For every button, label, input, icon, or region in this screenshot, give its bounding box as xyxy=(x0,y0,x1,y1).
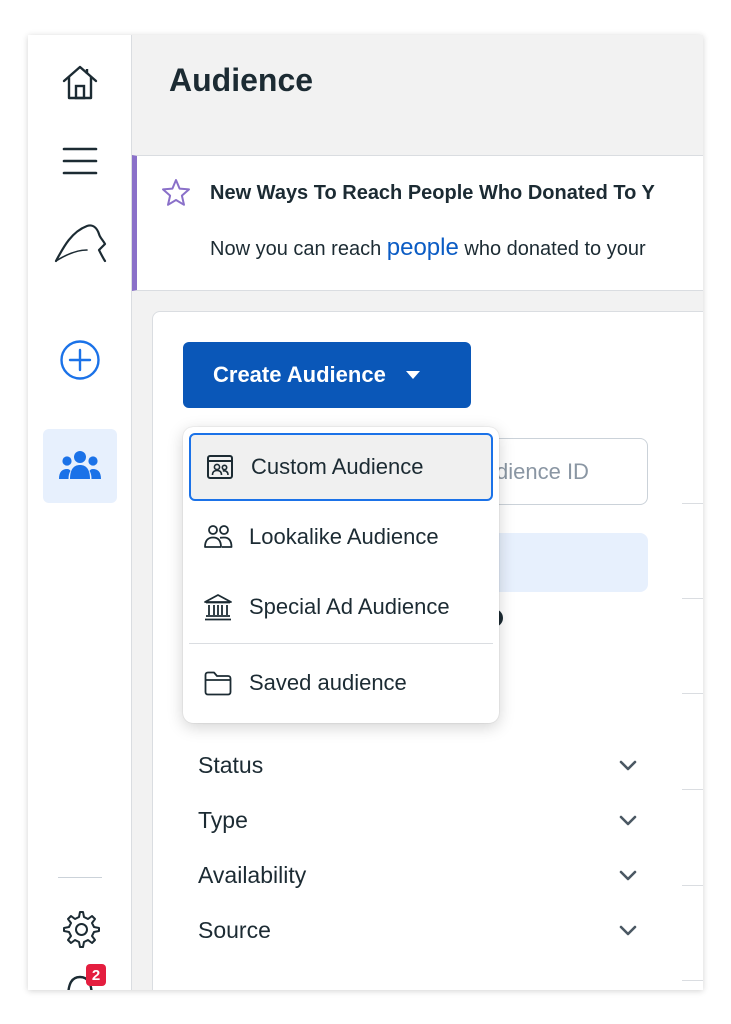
banner-link[interactable]: people xyxy=(387,234,459,261)
menu-item-custom-audience[interactable]: Custom Audience xyxy=(189,433,493,501)
menu-item-special-ad-audience[interactable]: Special Ad Audience xyxy=(189,573,493,641)
brand-logo-icon xyxy=(54,224,107,263)
menu-item-lookalike-audience[interactable]: Lookalike Audience xyxy=(189,503,493,571)
create-audience-button[interactable]: Create Audience xyxy=(183,342,471,408)
chevron-down-icon xyxy=(619,760,637,771)
star-icon xyxy=(162,179,190,206)
chevron-down-icon xyxy=(619,870,637,881)
filter-label: Source xyxy=(198,916,271,943)
filter-source[interactable]: Source xyxy=(198,910,638,950)
notification-badge: 2 xyxy=(86,964,106,986)
menu-icon xyxy=(62,147,98,175)
banner-text-after: who donated to your xyxy=(458,238,646,260)
row-divider xyxy=(682,598,703,599)
nav-audiences[interactable] xyxy=(43,429,117,503)
nav-brand[interactable] xyxy=(43,205,117,279)
nav-home[interactable] xyxy=(43,45,117,119)
filter-availability[interactable]: Availability xyxy=(198,855,638,895)
left-nav-rail: 2 xyxy=(28,35,132,990)
menu-item-label: Special Ad Audience xyxy=(249,594,450,619)
menu-separator xyxy=(189,643,493,644)
banner-title: New Ways To Reach People Who Donated To … xyxy=(210,182,655,204)
search-input[interactable]: dience ID xyxy=(473,438,648,505)
audiences-icon xyxy=(59,451,101,479)
chevron-down-icon xyxy=(619,815,637,826)
row-divider xyxy=(682,693,703,694)
lookalike-icon xyxy=(204,525,233,548)
folder-icon xyxy=(204,671,232,696)
menu-item-label: Lookalike Audience xyxy=(249,524,439,549)
filter-type[interactable]: Type xyxy=(198,800,638,840)
add-icon xyxy=(60,340,100,380)
rail-divider xyxy=(58,877,102,878)
nav-menu[interactable] xyxy=(43,124,117,198)
app-window: 2 Audience New Ways To Reach People Who … xyxy=(28,35,703,990)
announcement-banner: New Ways To Reach People Who Donated To … xyxy=(132,155,703,291)
row-divider xyxy=(682,980,703,981)
filter-status[interactable]: Status xyxy=(198,745,638,785)
nav-create[interactable] xyxy=(43,323,117,397)
menu-item-saved-audience[interactable]: Saved audience xyxy=(189,649,493,717)
settings-icon xyxy=(63,911,100,948)
filter-label: Availability xyxy=(198,861,307,888)
caret-down-icon xyxy=(405,371,420,379)
menu-item-label: Saved audience xyxy=(249,670,407,695)
row-divider xyxy=(682,885,703,886)
filter-label: Type xyxy=(198,806,248,833)
create-audience-label: Create Audience xyxy=(213,362,386,387)
bank-icon xyxy=(204,594,232,621)
nav-settings[interactable] xyxy=(43,891,117,965)
banner-text-before: Now you can reach xyxy=(210,238,387,260)
banner-text: Now you can reach people who donated to … xyxy=(210,234,646,262)
create-audience-menu: Custom Audience Lookalike Audience Speci… xyxy=(183,427,499,723)
filter-label: Status xyxy=(198,751,264,778)
row-divider xyxy=(682,503,703,504)
highlighted-row[interactable] xyxy=(473,533,648,592)
row-divider xyxy=(682,789,703,790)
chevron-down-icon xyxy=(619,925,637,936)
home-icon xyxy=(62,65,98,100)
custom-audience-icon xyxy=(207,455,233,479)
menu-item-label: Custom Audience xyxy=(251,454,424,479)
page-title: Audience xyxy=(169,62,314,98)
